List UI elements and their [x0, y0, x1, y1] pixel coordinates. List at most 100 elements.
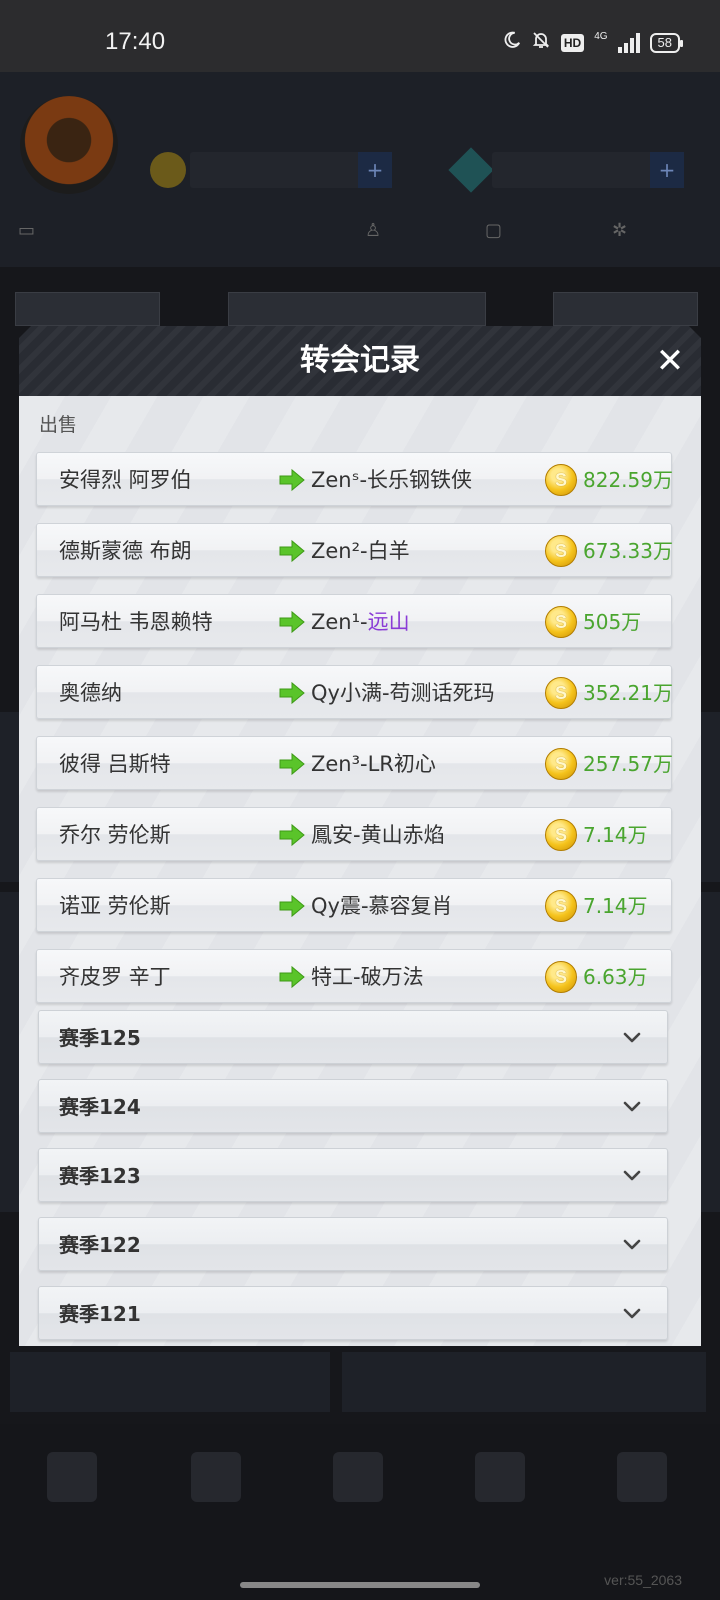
transfer-price: 505万 — [583, 610, 642, 634]
arrow-right-icon — [279, 752, 305, 776]
sale-row: 德斯蒙德 布朗 Zen²-白羊 S 673.33万 — [36, 523, 673, 578]
chevron-down-icon[interactable] — [623, 1098, 641, 1116]
chat-icon: ▢ — [485, 220, 503, 241]
destination-team-name: Zen¹- — [311, 610, 368, 634]
destination-team: Zenˢ-长乐钢铁侠 — [311, 453, 472, 507]
avatar — [20, 96, 118, 194]
player-name: 乔尔 劳伦斯 — [59, 823, 171, 847]
bg-tag — [553, 292, 698, 326]
destination-team: Zen²-白羊 — [311, 524, 410, 578]
destination-team-highlight: 远山 — [367, 610, 410, 634]
season-row-4[interactable]: 赛季121 — [38, 1286, 668, 1340]
home-indicator[interactable] — [240, 1582, 480, 1588]
transfer-price: 7.14万 — [583, 894, 648, 918]
destination-team: Zen³-LR初心 — [311, 737, 436, 791]
coin-icon: S — [545, 606, 577, 638]
chevron-down-icon[interactable] — [623, 1167, 641, 1185]
section-label-sale: 出售 — [39, 414, 78, 436]
sale-row: 乔尔 劳伦斯 鳳安-黄山赤焰 S 7.14万 — [36, 807, 672, 861]
transfer-record-dialog: 转会记录 ✕ 出售 安得烈 阿罗伯 Zenˢ-长乐钢铁侠 S 822.59万 德… — [19, 326, 701, 1346]
destination-team: Zen¹-远山 — [311, 595, 410, 649]
destination-team: 特工-破万法 — [311, 950, 424, 1004]
sale-row: 诺亚 劳伦斯 Qy震-慕容复肖 S 7.14万 — [36, 878, 672, 932]
coin-icon: S — [545, 464, 577, 496]
destination-team-name: Qy小满-苟测话死玛 — [311, 681, 495, 705]
season-row-1[interactable]: 赛季124 — [38, 1079, 668, 1133]
season-row-2[interactable]: 赛季123 — [38, 1148, 668, 1202]
arrow-right-icon — [279, 610, 305, 634]
transfer-price: 822.59万 — [583, 468, 673, 492]
chevron-down-icon[interactable] — [623, 1029, 641, 1047]
transfer-price: 7.14万 — [583, 823, 648, 847]
chevron-down-icon[interactable] — [623, 1305, 641, 1323]
destination-team-name: Qy震-慕容复肖 — [311, 894, 453, 918]
coin-icon: S — [545, 961, 577, 993]
dialog-title: 转会记录 — [300, 343, 420, 378]
destination-team-name: Zen³-LR初心 — [311, 752, 436, 776]
signal-icon — [617, 32, 640, 53]
dialog-header: 转会记录 ✕ — [19, 326, 701, 396]
destination-team: 鳳安-黄山赤焰 — [311, 808, 445, 862]
arrow-right-icon — [279, 823, 305, 847]
plus-icon: + — [650, 152, 684, 188]
season-list: 赛季125 赛季124 赛季123 赛季122 赛季121 — [38, 1010, 668, 1346]
sale-list: 安得烈 阿罗伯 Zenˢ-长乐钢铁侠 S 822.59万 德斯蒙德 布朗 Zen… — [36, 452, 673, 1020]
sale-row: 安得烈 阿罗伯 Zenˢ-长乐钢铁侠 S 822.59万 — [36, 452, 673, 507]
season-label: 赛季122 — [59, 1233, 141, 1257]
player-name: 德斯蒙德 布朗 — [59, 539, 192, 563]
bg-tag — [15, 292, 160, 326]
dialog-body[interactable]: 出售 安得烈 阿罗伯 Zenˢ-长乐钢铁侠 S 822.59万 德斯蒙德 布朗 … — [19, 396, 701, 1346]
bg-tile — [10, 1352, 330, 1412]
coin-icon: S — [545, 677, 577, 709]
arrow-right-icon — [279, 681, 305, 705]
player-name: 彼得 吕斯特 — [59, 752, 171, 776]
nav-item — [470, 1452, 530, 1516]
arrow-right-icon — [279, 468, 305, 492]
people-icon: ♙ — [365, 220, 382, 241]
nav-item — [612, 1452, 672, 1516]
nav-item — [42, 1452, 102, 1516]
sale-row: 彼得 吕斯特 Zen³-LR初心 S 257.57万 — [36, 736, 673, 791]
chevron-down-icon[interactable] — [623, 1236, 641, 1254]
plus-icon: + — [358, 152, 392, 188]
sale-row: 阿马杜 韦恩赖特 Zen¹-远山 S 505万 — [36, 594, 672, 648]
coin-icon: S — [545, 819, 577, 851]
coin-icon — [150, 152, 186, 188]
moon-icon — [503, 31, 521, 54]
destination-team-name: Zen²-白羊 — [311, 539, 410, 563]
transfer-price: 257.57万 — [583, 752, 673, 776]
arrow-right-icon — [279, 965, 305, 989]
version-label: ver:55_2063 — [604, 1572, 682, 1588]
coin-icon: S — [545, 535, 577, 567]
sale-row: 奥德纳 Qy小满-苟测话死玛 S 352.21万 — [36, 665, 673, 720]
destination-team: Qy小满-苟测话死玛 — [311, 666, 495, 720]
bg-profile-header: + + ▭ ♙ ▢ ✲ — [0, 72, 720, 267]
season-row-3[interactable]: 赛季122 — [38, 1217, 668, 1271]
battery-icon: 58 — [649, 32, 684, 53]
destination-team-name: 特工-破万法 — [311, 965, 424, 989]
nav-item — [186, 1452, 246, 1516]
bg-tag — [228, 292, 486, 326]
destination-team-name: 鳳安-黄山赤焰 — [311, 823, 445, 847]
season-row-0[interactable]: 赛季125 — [38, 1010, 668, 1064]
close-button[interactable]: ✕ — [651, 341, 689, 381]
coin-icon: S — [545, 890, 577, 922]
season-label: 赛季121 — [59, 1302, 141, 1326]
status-time: 17:40 — [105, 28, 166, 55]
close-icon[interactable]: ✕ — [656, 341, 685, 381]
player-name: 奥德纳 — [59, 681, 122, 705]
network-label: 4G — [594, 31, 608, 42]
transfer-price: 673.33万 — [583, 539, 673, 563]
bg-tile — [342, 1352, 706, 1412]
season-label: 赛季124 — [59, 1095, 141, 1119]
hd-icon: HD — [560, 33, 585, 52]
sale-row: 齐皮罗 辛丁 特工-破万法 S 6.63万 — [36, 949, 672, 1003]
status-bar: 17:40 HD 4G 58 — [0, 0, 720, 72]
arrow-right-icon — [279, 539, 305, 563]
player-name: 安得烈 阿罗伯 — [59, 468, 192, 492]
nav-item — [328, 1452, 388, 1516]
season-label: 赛季123 — [59, 1164, 141, 1188]
player-name: 阿马杜 韦恩赖特 — [59, 610, 213, 634]
gear-icon: ✲ — [612, 220, 628, 241]
arrow-right-icon — [279, 894, 305, 918]
